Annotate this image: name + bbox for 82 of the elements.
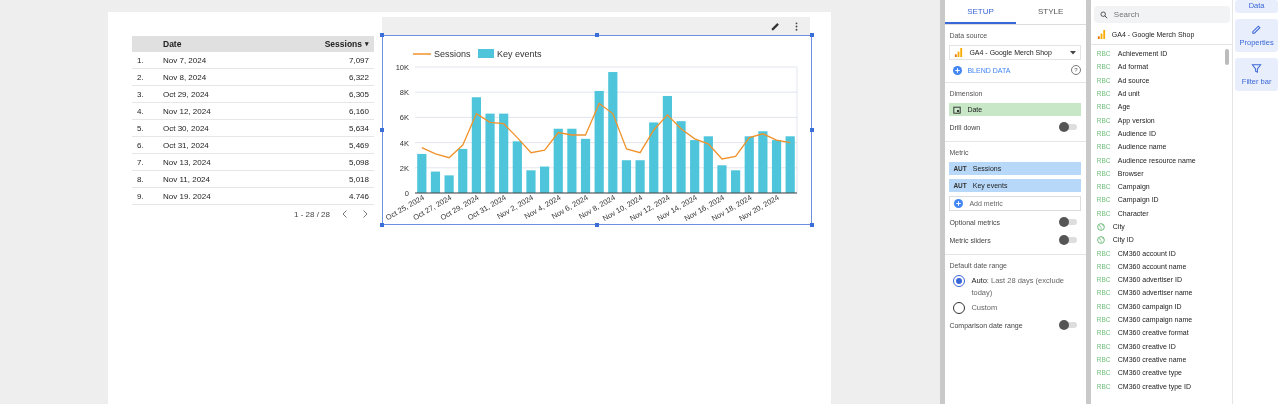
bar[interactable]	[580, 138, 591, 193]
column-header[interactable]: Sessions	[324, 39, 365, 49]
scrollbar-thumb[interactable]	[1225, 49, 1230, 65]
toggle-switch[interactable]	[1060, 124, 1077, 130]
bar[interactable]	[621, 160, 632, 193]
add-icon	[954, 199, 964, 208]
table-cell-text: Nov 13, 2024	[163, 157, 212, 167]
bar[interactable]	[471, 97, 481, 193]
search-icon	[1099, 10, 1108, 19]
add-icon[interactable]	[953, 65, 963, 75]
row-number: 1.	[136, 55, 145, 65]
bar[interactable]	[785, 136, 795, 193]
bar[interactable]	[417, 153, 427, 193]
bar[interactable]	[717, 165, 727, 193]
page-range: 1 - 28 / 28	[293, 209, 330, 219]
row-number: 3.	[136, 89, 145, 99]
bar[interactable]	[485, 113, 495, 193]
table-cell-text: Oct 31, 2024	[163, 140, 210, 150]
previous-page-icon[interactable]	[340, 209, 350, 219]
toggle-switch[interactable]	[1060, 237, 1077, 243]
table-cell-text: 5,469	[348, 140, 370, 150]
bar[interactable]	[649, 122, 659, 193]
row-number: 9.	[136, 191, 145, 201]
bar[interactable]	[731, 170, 741, 193]
calendar-icon	[953, 105, 962, 114]
bar[interactable]	[676, 121, 686, 193]
table-cell-text: Nov 11, 2024	[163, 174, 211, 184]
bar[interactable]	[512, 141, 522, 193]
legend-label: Key events	[497, 49, 543, 59]
bar[interactable]	[703, 136, 713, 193]
table-cell-text: 5,018	[348, 174, 370, 184]
table-cell-text: Nov 12, 2024	[163, 106, 212, 116]
table-cell-text: Nov 8, 2024	[163, 72, 208, 82]
dropdown-caret-icon	[1069, 50, 1076, 55]
bar[interactable]	[444, 175, 454, 193]
row-number: 5.	[136, 123, 145, 133]
bar[interactable]	[526, 170, 536, 193]
bar[interactable]	[608, 72, 618, 193]
globe-icon	[1096, 235, 1105, 244]
next-page-icon[interactable]	[360, 209, 370, 219]
legend-label: Sessions	[434, 49, 472, 59]
table-cell-text: Nov 7, 2024	[163, 55, 208, 65]
pencil-icon[interactable]	[770, 20, 781, 32]
table-cell-text: 6,305	[348, 89, 370, 99]
bar[interactable]	[458, 148, 468, 193]
bar[interactable]	[430, 171, 441, 193]
filter-icon	[1251, 63, 1263, 74]
table-cell-text: Oct 29, 2024	[163, 89, 210, 99]
row-number: 8.	[136, 174, 145, 184]
bar[interactable]	[744, 136, 754, 193]
legend-item: Sessions	[412, 49, 471, 59]
table-cell-text: Nov 19. 2024	[163, 191, 212, 201]
row-number: 6.	[136, 140, 145, 150]
table-cell-text: 5,098	[348, 157, 370, 167]
bar[interactable]	[635, 160, 645, 193]
toggle-switch[interactable]	[1060, 322, 1077, 328]
table-cell-text: 7,097	[348, 55, 370, 65]
bar-chart-icon	[954, 48, 964, 57]
table-cell-text: Oct 30, 2024	[163, 123, 210, 133]
column-header[interactable]: Date	[163, 39, 325, 49]
row-number: 4.	[136, 106, 145, 116]
bar[interactable]	[662, 96, 672, 193]
bar[interactable]	[594, 90, 604, 193]
globe-icon	[1096, 222, 1105, 231]
toggle-switch[interactable]	[1060, 219, 1077, 225]
table-cell-text: 5,634	[348, 123, 370, 133]
row-number: 7.	[136, 157, 145, 167]
bar[interactable]	[499, 113, 509, 193]
table-cell-text: 6,160	[348, 106, 370, 116]
bar-chart-icon	[1096, 30, 1106, 39]
bar[interactable]	[540, 166, 550, 193]
bar[interactable]	[690, 140, 700, 193]
bar[interactable]	[758, 131, 768, 193]
row-number: 2.	[136, 72, 145, 82]
legend-item: Key events	[478, 49, 542, 59]
table-cell-text: 6,322	[348, 72, 370, 82]
search-field[interactable]: Search	[1093, 6, 1231, 23]
pencil-icon	[1251, 24, 1263, 35]
bar[interactable]	[567, 128, 577, 193]
bar[interactable]	[553, 128, 563, 193]
bar[interactable]	[771, 140, 782, 193]
table-cell-text: 4.746	[348, 191, 370, 201]
